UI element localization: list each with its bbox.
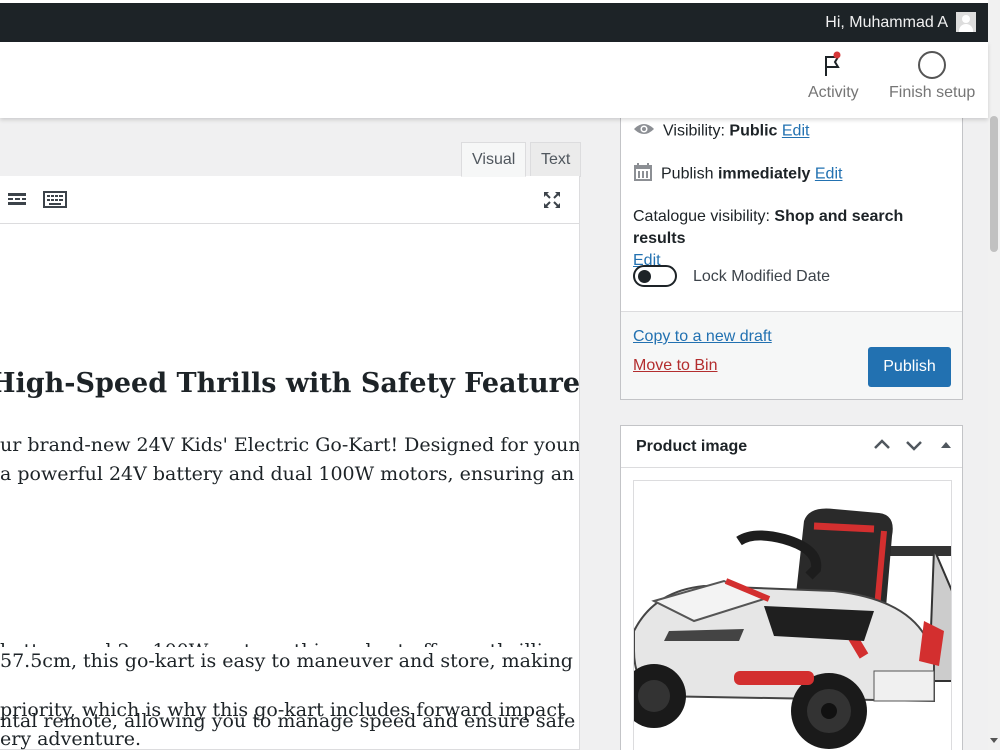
activity-label: Activity: [808, 84, 859, 101]
page-scrollbar[interactable]: [988, 0, 1000, 750]
visibility-label: Visibility:: [663, 122, 725, 140]
content-heading: High-Speed Thrills with Safety Features: [0, 368, 579, 399]
product-image-header: Product image: [621, 426, 962, 468]
product-image-title: Product image: [636, 438, 748, 455]
user-greeting[interactable]: Hi, Muhammad A: [825, 14, 948, 32]
chevron-up-icon[interactable]: [873, 436, 891, 459]
catalogue-visibility-row: Catalogue visibility: Shop and search re…: [633, 206, 953, 272]
tab-visual[interactable]: Visual: [461, 142, 527, 177]
keyboard-icon[interactable]: [43, 190, 67, 215]
content-line: ntal remote, allowing you to manage spee…: [0, 710, 579, 732]
publish-box: Visibility: Public Edit Publish immediat…: [620, 118, 963, 400]
scroll-thumb[interactable]: [990, 116, 998, 252]
toggle-panel-icon[interactable]: [939, 436, 953, 459]
go-kart-image: [634, 481, 951, 750]
product-image[interactable]: [633, 480, 952, 750]
content-line: ur brand-new 24V Kids' Electric Go-Kart!…: [0, 434, 579, 456]
editor-toolbar: [0, 176, 579, 224]
woocommerce-header: Activity Finish setup: [0, 42, 988, 118]
lock-modified-toggle[interactable]: [633, 265, 677, 287]
fullscreen-icon[interactable]: [542, 190, 562, 215]
product-image-box: Product image: [620, 425, 963, 750]
publish-date-row: Publish immediately Edit: [633, 162, 842, 187]
content-line: 57.5cm, this go-kart is easy to maneuver…: [0, 647, 579, 677]
visibility-row: Visibility: Public Edit: [633, 122, 809, 141]
publish-label: Publish: [661, 165, 714, 183]
publish-button[interactable]: Publish: [868, 347, 951, 387]
scroll-down-arrow-icon[interactable]: [990, 738, 998, 743]
flag-icon: [818, 50, 848, 80]
visibility-value: Public: [729, 122, 778, 140]
read-more-icon[interactable]: [7, 190, 27, 213]
finish-setup-label: Finish setup: [889, 84, 976, 101]
activity-button[interactable]: Activity: [808, 50, 859, 102]
copy-draft-link[interactable]: Copy to a new draft: [633, 328, 772, 346]
publish-edit-link[interactable]: Edit: [815, 166, 843, 183]
lock-modified-label: Lock Modified Date: [693, 268, 830, 285]
content-line: a powerful 24V battery and dual 100W mot…: [0, 463, 575, 485]
move-to-bin-link[interactable]: Move to Bin: [633, 357, 717, 375]
avatar[interactable]: [956, 12, 976, 32]
progress-circle-icon: [917, 50, 947, 80]
content-editor: Visual Text High-Speed Thrills with Safe…: [0, 118, 600, 750]
finish-setup-button[interactable]: Finish setup: [889, 50, 975, 102]
calendar-icon: [633, 162, 653, 187]
publish-value: immediately: [717, 165, 811, 183]
chevron-down-icon[interactable]: [905, 436, 923, 459]
tab-text[interactable]: Text: [530, 142, 582, 177]
publish-actions: Copy to a new draft Move to Bin Publish: [621, 311, 962, 399]
admin-bar: Hi, Muhammad A: [0, 0, 988, 42]
catalogue-label: Catalogue visibility:: [633, 208, 770, 225]
eye-icon: [633, 122, 655, 141]
visibility-edit-link[interactable]: Edit: [782, 123, 810, 140]
